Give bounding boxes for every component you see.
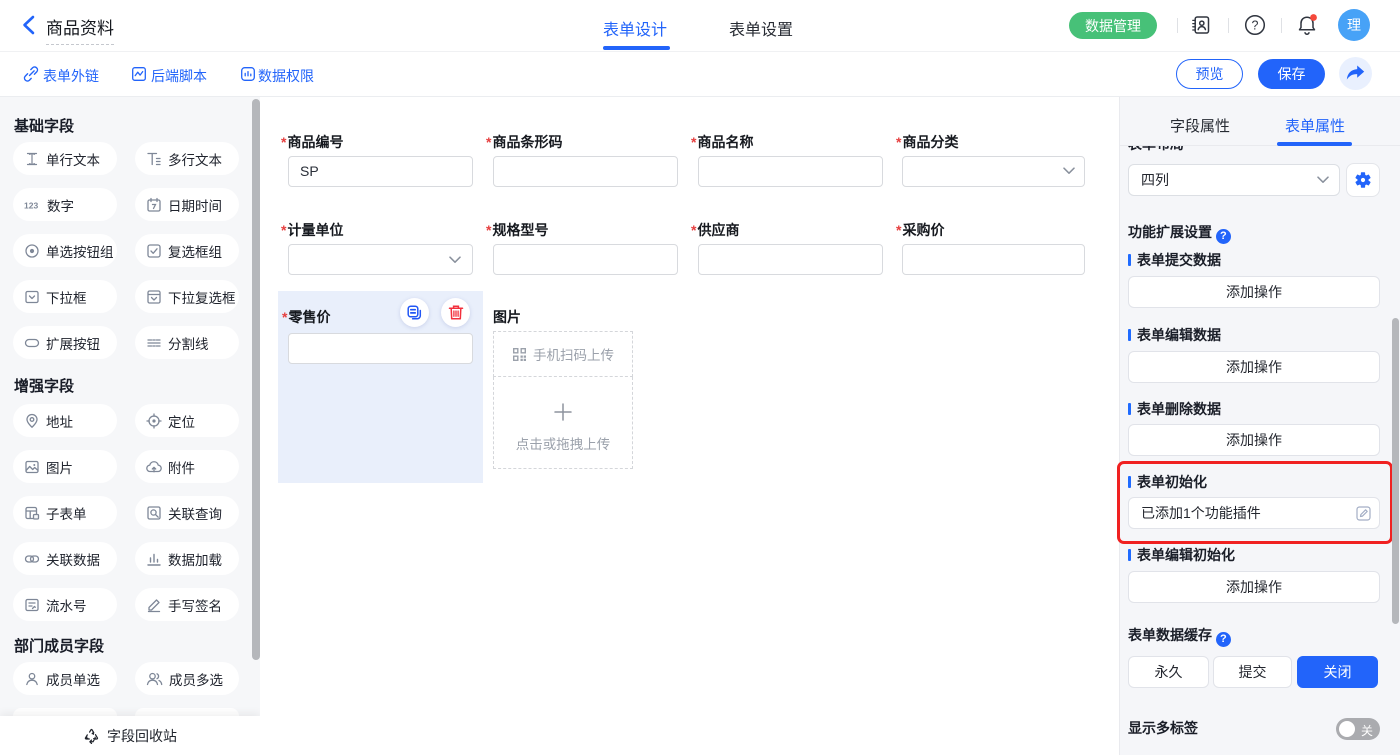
svg-text:123: 123 [24,200,38,210]
svg-text:?: ? [1252,18,1259,32]
